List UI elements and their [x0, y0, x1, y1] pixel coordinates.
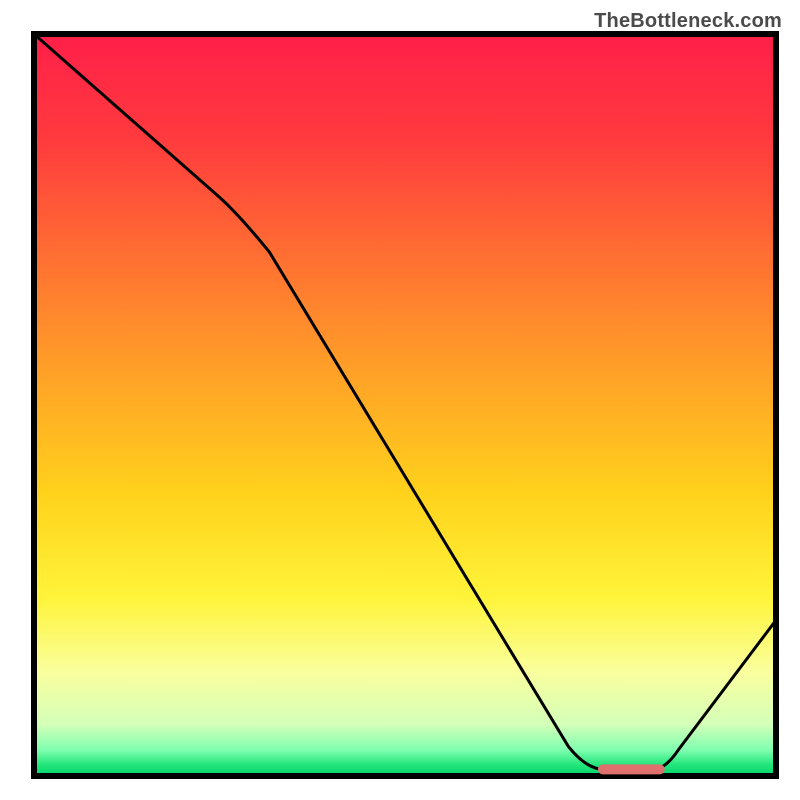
chart-frame: TheBottleneck.com [12, 12, 788, 788]
bottleneck-chart [12, 12, 788, 788]
watermark-text: TheBottleneck.com [594, 10, 782, 33]
plot-background [34, 34, 776, 776]
optimal-range-marker [598, 764, 665, 774]
